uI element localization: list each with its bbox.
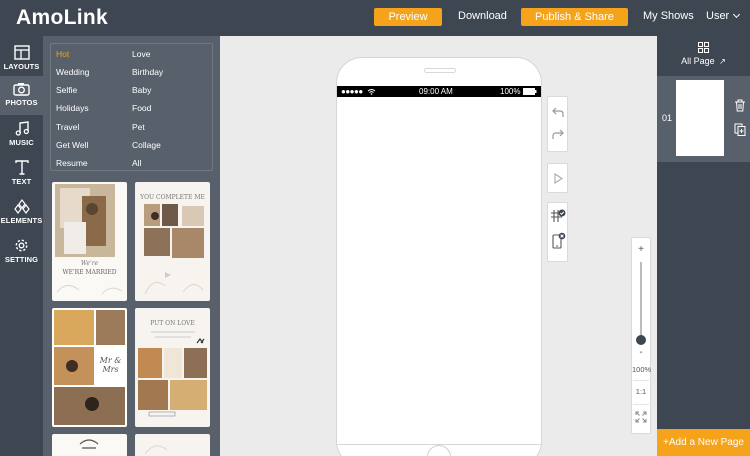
camera-icon <box>13 83 30 96</box>
category-get-well[interactable]: Get Well <box>56 140 88 150</box>
template-card[interactable]: We're WE'RE MARRIED <box>52 182 127 301</box>
zoom-ratio-label: 1:1 <box>635 387 647 396</box>
template-card[interactable] <box>52 434 127 456</box>
category-holidays[interactable]: Holidays <box>56 103 89 113</box>
wifi-icon <box>367 89 376 95</box>
category-love[interactable]: Love <box>132 49 150 59</box>
download-link[interactable]: Download <box>458 10 507 22</box>
gear-icon <box>15 239 28 252</box>
text-icon <box>14 160 29 175</box>
battery-percent: 100% <box>500 87 521 96</box>
phone-home-button <box>427 445 451 456</box>
top-bar: AmoLink Preview Download Publish & Share… <box>0 0 750 36</box>
phone-speaker <box>424 68 456 73</box>
publish-share-button[interactable]: Publish & Share <box>521 8 628 26</box>
add-new-page-button[interactable]: +Add a New Page <box>657 429 750 456</box>
page-thumbnail[interactable] <box>676 80 724 156</box>
battery-icon <box>523 88 537 95</box>
category-wedding[interactable]: Wedding <box>56 67 89 77</box>
play-icon <box>553 173 563 184</box>
page-number: 01 <box>662 113 673 123</box>
device-toggle-icon[interactable] <box>550 232 566 250</box>
preview-button[interactable]: Preview <box>374 8 442 26</box>
zoom-ratio-button[interactable]: 1:1 <box>633 380 649 402</box>
tool-label: MUSIC <box>9 138 34 147</box>
category-food[interactable]: Food <box>132 103 151 113</box>
all-page-label: All Page <box>681 56 715 66</box>
page-canvas[interactable] <box>337 97 541 445</box>
template-thumbnail <box>79 439 99 449</box>
tool-label: ELEMENTS <box>0 216 43 225</box>
category-all[interactable]: All <box>132 158 141 168</box>
template-caption: WE'RE MARRIED <box>62 269 117 276</box>
template-card[interactable]: Mr & Mrs <box>52 308 127 427</box>
zoom-in-button[interactable]: + <box>632 244 650 255</box>
zoom-slider-handle[interactable] <box>636 335 646 345</box>
page-item[interactable]: 01 <box>657 76 750 162</box>
duplicate-icon[interactable] <box>734 123 746 136</box>
category-selfie[interactable]: Selfie <box>56 85 77 95</box>
category-hot[interactable]: Hot <box>56 49 69 59</box>
tool-setting[interactable]: SETTING <box>0 232 43 271</box>
pages-panel: All Page ↗ 01 <box>657 36 750 456</box>
tool-text[interactable]: TEXT <box>0 154 43 193</box>
template-card[interactable] <box>135 434 210 456</box>
status-time: 09:00 AM <box>419 87 453 96</box>
category-travel[interactable]: Travel <box>56 122 79 132</box>
view-tools <box>547 202 568 262</box>
all-page-button[interactable]: All Page ↗ <box>657 36 750 70</box>
grid-toggle-icon[interactable] <box>550 208 566 224</box>
chevron-down-icon <box>733 10 741 19</box>
editor-canvas: ●●●●● 09:00 AM 100% + - 100% 1:1 <box>220 36 657 456</box>
template-thumbnail <box>138 331 207 417</box>
zoom-control: + - 100% 1:1 <box>631 237 651 434</box>
tool-music[interactable]: MUSIC <box>0 115 43 154</box>
external-link-icon: ↗ <box>719 57 726 66</box>
template-thumbnail <box>55 184 127 295</box>
template-thumbnail <box>144 204 204 295</box>
category-baby[interactable]: Baby <box>132 85 151 95</box>
layouts-icon <box>13 45 30 60</box>
elements-icon <box>13 199 30 214</box>
tool-layouts[interactable]: LAYOUTS <box>0 39 43 78</box>
music-note-icon <box>15 121 29 136</box>
left-toolbar: LAYOUTS PHOTOS MUSIC TEXT ELEMENTS SETTI… <box>0 36 43 456</box>
phone-status-bar: ●●●●● 09:00 AM 100% <box>337 86 541 97</box>
template-card[interactable]: PUT ON LOVE <box>135 308 210 427</box>
fit-screen-button[interactable] <box>633 404 649 428</box>
undo-icon[interactable] <box>551 106 564 118</box>
category-resume[interactable]: Resume <box>56 158 88 168</box>
tool-label: LAYOUTS <box>3 62 40 71</box>
trash-icon[interactable] <box>734 99 746 112</box>
category-birthday[interactable]: Birthday <box>132 67 163 77</box>
my-shows-link[interactable]: My Shows <box>643 10 694 22</box>
template-card[interactable]: YOU COMPLETE ME <box>135 182 210 301</box>
template-thumbnail <box>144 445 168 455</box>
zoom-level: 100% <box>632 365 652 374</box>
redo-icon[interactable] <box>551 128 564 140</box>
signal-icon: ●●●●● <box>341 87 363 96</box>
tool-label: TEXT <box>11 177 32 186</box>
zoom-out-button[interactable]: - <box>632 347 650 358</box>
user-label: User <box>706 10 730 22</box>
template-script-text: We're <box>80 260 99 267</box>
grid-icon <box>698 42 709 53</box>
tool-label: SETTING <box>4 255 39 264</box>
app-logo: AmoLink <box>16 6 108 29</box>
template-caption: Mr & Mrs <box>99 356 122 374</box>
zoom-slider-track[interactable] <box>640 262 642 340</box>
tool-label: PHOTOS <box>5 98 38 107</box>
category-list: Hot Wedding Selfie Holidays Travel Get W… <box>50 43 213 171</box>
phone-preview: ●●●●● 09:00 AM 100% <box>336 57 542 456</box>
history-tools <box>547 96 568 152</box>
template-panel: Hot Wedding Selfie Holidays Travel Get W… <box>43 36 220 456</box>
category-collage[interactable]: Collage <box>132 140 161 150</box>
expand-icon <box>635 411 647 423</box>
tool-elements[interactable]: ELEMENTS <box>0 193 43 232</box>
tool-photos[interactable]: PHOTOS <box>0 76 43 115</box>
category-pet[interactable]: Pet <box>132 122 145 132</box>
play-button[interactable] <box>547 163 568 193</box>
user-menu[interactable]: User <box>706 10 741 22</box>
